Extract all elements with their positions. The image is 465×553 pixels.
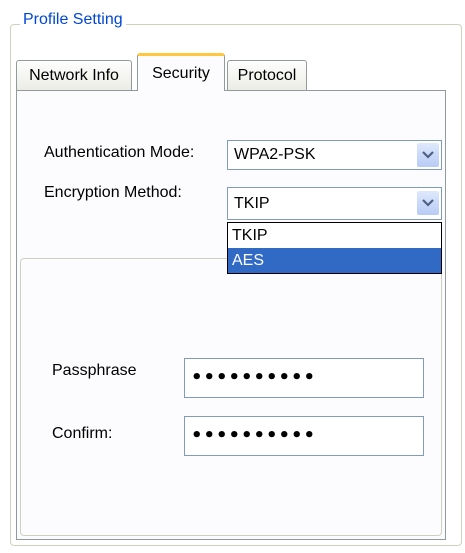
- authentication-mode-select[interactable]: WPA2-PSK: [227, 140, 442, 170]
- option-tkip[interactable]: TKIP: [228, 223, 441, 248]
- authentication-mode-label: Authentication Mode:: [44, 144, 195, 161]
- tab-security[interactable]: Security: [137, 53, 225, 91]
- chevron-down-icon[interactable]: [417, 191, 439, 215]
- passphrase-input[interactable]: ••••••••••: [184, 358, 424, 398]
- option-aes[interactable]: AES: [228, 248, 441, 273]
- encryption-method-dropdown-list: TKIP AES: [227, 222, 442, 274]
- passphrase-label: Passphrase: [52, 362, 137, 379]
- confirm-label: Confirm:: [52, 425, 113, 442]
- encryption-method-select[interactable]: TKIP: [227, 187, 442, 220]
- group-title: Profile Setting: [20, 11, 126, 29]
- confirm-input[interactable]: ••••••••••: [184, 416, 424, 456]
- chevron-down-icon[interactable]: [417, 143, 439, 167]
- tab-protocol[interactable]: Protocol: [227, 60, 307, 90]
- tab-network-info[interactable]: Network Info: [16, 60, 132, 90]
- encryption-method-value: TKIP: [234, 195, 270, 212]
- authentication-mode-value: WPA2-PSK: [234, 146, 316, 163]
- encryption-method-label: Encryption Method:: [44, 184, 182, 201]
